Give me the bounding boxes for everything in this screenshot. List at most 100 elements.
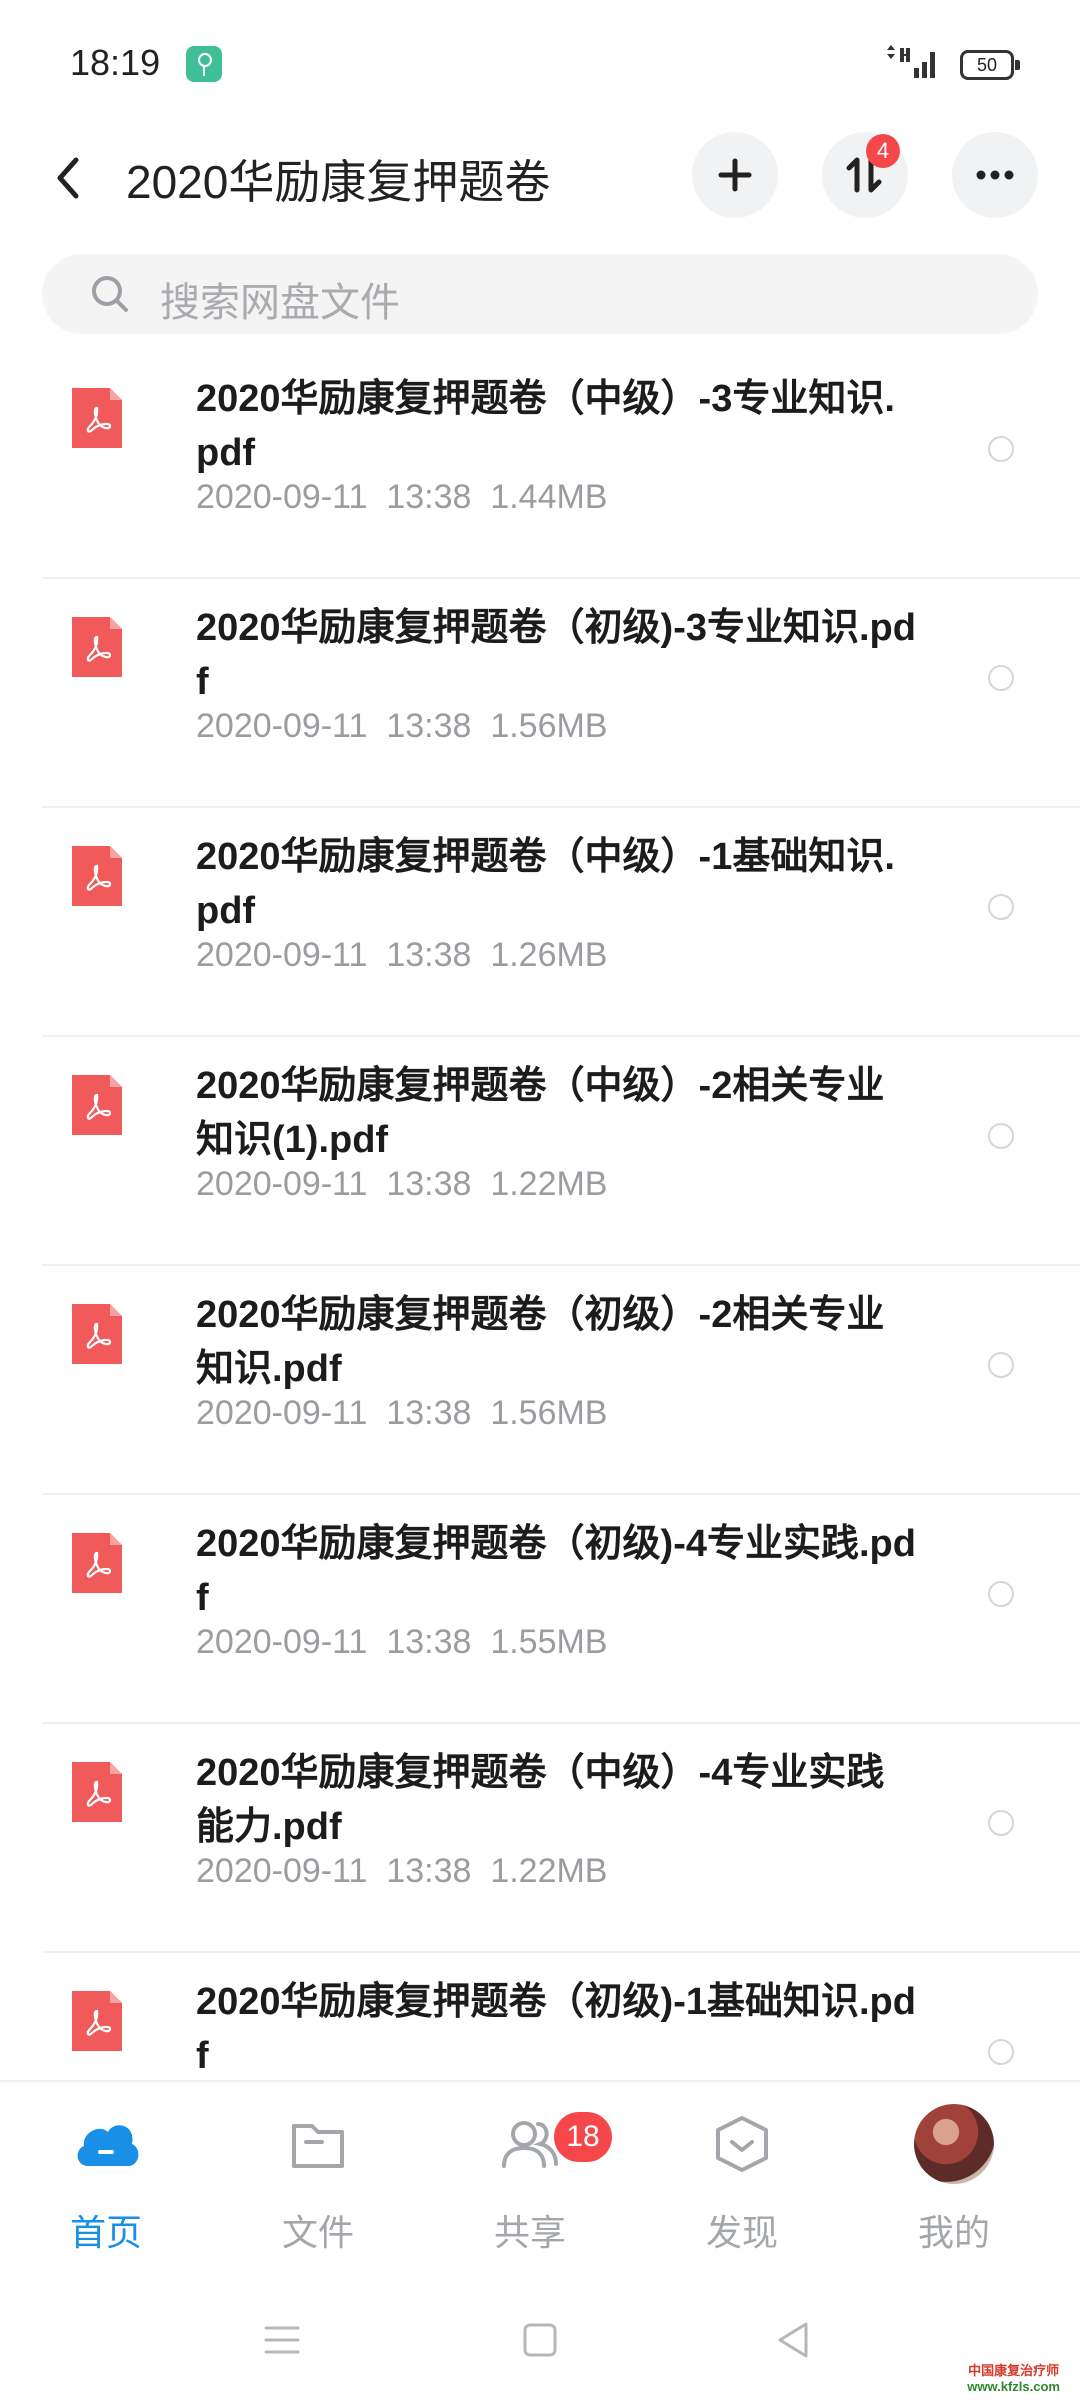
folder-icon xyxy=(292,2124,344,2168)
page-title: 2020华励康复押题卷 xyxy=(126,156,551,208)
transfer-list-button[interactable]: 4 xyxy=(822,132,908,218)
system-nav-bar: 中国康复治疗师 www.kfzls.com xyxy=(0,2280,1080,2400)
file-time: 13:38 xyxy=(386,936,472,974)
file-row[interactable]: 2020华励康复押题卷（中级）-3专业知识.pdf 2020-09-11 13:3… xyxy=(0,350,1080,579)
select-radio[interactable] xyxy=(988,665,1014,691)
file-row[interactable]: 2020华励康复押题卷（初级)-4专业实践.pdf 2020-09-11 13:3… xyxy=(0,1495,1080,1724)
nav-discover[interactable]: 发现 xyxy=(662,2096,822,2256)
file-row[interactable]: 2020华励康复押题卷（初级）-2相关专业知识.pdf 2020-09-11 13… xyxy=(0,1266,1080,1495)
search-bar[interactable]: 搜索网盘文件 xyxy=(42,254,1038,334)
file-name: 2020华励康复押题卷（中级）-2相关专业知识(1).pdf xyxy=(196,1065,885,1161)
file-time: 13:38 xyxy=(386,1623,472,1661)
status-bar: 18:19 50 xyxy=(0,0,1080,120)
more-dots-icon xyxy=(976,170,1014,180)
file-name: 2020华励康复押题卷（中级）-3专业知识.pdf xyxy=(196,378,895,474)
pdf-file-icon xyxy=(72,388,122,448)
file-list: 2020华励康复押题卷（中级）-3专业知识.pdf 2020-09-11 13:3… xyxy=(0,350,1080,2120)
file-time: 13:38 xyxy=(386,478,472,516)
file-size: 1.26MB xyxy=(490,936,608,974)
search-placeholder: 搜索网盘文件 xyxy=(160,281,400,325)
select-radio[interactable] xyxy=(988,1810,1014,1836)
file-row[interactable]: 2020华励康复押题卷（中级）-1基础知识.pdf 2020-09-11 13:3… xyxy=(0,808,1080,1037)
pdf-file-icon xyxy=(72,1533,122,1593)
back-triangle-icon[interactable] xyxy=(770,2316,818,2364)
file-date: 2020-09-11 xyxy=(196,478,368,516)
discover-icon xyxy=(716,2116,768,2172)
file-row[interactable]: 2020华励康复押题卷（中级）-4专业实践能力.pdf 2020-09-11 13… xyxy=(0,1724,1080,1953)
file-meta: 2020-09-11 13:38 1.44MB xyxy=(196,478,608,517)
file-meta: 2020-09-11 13:38 1.56MB xyxy=(196,1394,608,1433)
select-radio[interactable] xyxy=(988,436,1014,462)
file-time: 13:38 xyxy=(386,707,472,745)
file-name: 2020华励康复押题卷（初级)-1基础知识.pdf xyxy=(196,1981,916,2077)
pdf-file-icon xyxy=(72,1075,122,1135)
nav-label: 发现 xyxy=(705,2212,778,2253)
file-date: 2020-09-11 xyxy=(196,936,368,974)
file-date: 2020-09-11 xyxy=(196,707,368,745)
file-name: 2020华励康复押题卷（中级）-4专业实践能力.pdf xyxy=(196,1752,885,1848)
status-time: 18:19 xyxy=(70,42,161,83)
file-meta: 2020-09-11 13:38 1.22MB xyxy=(196,1165,608,1204)
plus-icon xyxy=(718,158,752,192)
select-radio[interactable] xyxy=(988,1352,1014,1378)
nav-label: 首页 xyxy=(69,2212,142,2253)
pdf-file-icon xyxy=(72,846,122,906)
select-radio[interactable] xyxy=(988,1123,1014,1149)
file-date: 2020-09-11 xyxy=(196,1623,368,1661)
battery-indicator: 50 xyxy=(960,50,1020,80)
share-badge: 18 xyxy=(554,2112,612,2162)
menu-icon[interactable] xyxy=(258,2316,306,2364)
file-size: 1.56MB xyxy=(490,1394,608,1432)
file-name: 2020华励康复押题卷（中级）-1基础知识.pdf xyxy=(196,836,895,932)
file-date: 2020-09-11 xyxy=(196,1852,368,1890)
file-size: 1.22MB xyxy=(490,1852,608,1890)
file-time: 13:38 xyxy=(386,1165,472,1203)
header: 2020华励康复押题卷 4 xyxy=(0,120,1080,260)
back-arrow-icon[interactable] xyxy=(42,150,98,206)
file-row[interactable]: 2020华励康复押题卷（初级)-3专业知识.pdf 2020-09-11 13:3… xyxy=(0,579,1080,808)
pdf-file-icon xyxy=(72,1304,122,1364)
signal-icon xyxy=(887,45,935,78)
home-square-icon[interactable] xyxy=(516,2316,564,2364)
file-meta: 2020-09-11 13:38 1.26MB xyxy=(196,936,608,975)
watermark-line1: 中国康复治疗师 xyxy=(968,2363,1060,2378)
file-name: 2020华励康复押题卷（初级)-4专业实践.pdf xyxy=(196,1523,916,1619)
pdf-file-icon xyxy=(72,1762,122,1822)
select-radio[interactable] xyxy=(988,1581,1014,1607)
file-meta: 2020-09-11 13:38 1.55MB xyxy=(196,1623,608,1662)
file-size: 1.44MB xyxy=(490,478,608,516)
file-size: 1.55MB xyxy=(490,1623,608,1661)
file-meta: 2020-09-11 13:38 1.22MB xyxy=(196,1852,608,1891)
nav-label: 文件 xyxy=(281,2212,354,2253)
nav-share[interactable]: 18 共享 xyxy=(450,2096,612,2256)
pdf-file-icon xyxy=(72,1991,122,2051)
file-date: 2020-09-11 xyxy=(196,1394,368,1432)
cloud-home-icon xyxy=(77,2125,139,2166)
transfer-badge: 4 xyxy=(866,134,900,168)
nav-label: 我的 xyxy=(917,2212,990,2253)
nav-home[interactable]: 首页 xyxy=(26,2096,186,2256)
file-time: 13:38 xyxy=(386,1852,472,1890)
nav-files[interactable]: 文件 xyxy=(238,2096,398,2256)
select-radio[interactable] xyxy=(988,894,1014,920)
file-time: 13:38 xyxy=(386,1394,472,1432)
file-name: 2020华励康复押题卷（初级）-2相关专业知识.pdf xyxy=(196,1294,885,1390)
pdf-file-icon xyxy=(72,617,122,677)
file-size: 1.22MB xyxy=(490,1165,608,1203)
bottom-nav: 首页 文件 18 共享 发现 我的 xyxy=(0,2080,1080,2282)
key-icon xyxy=(186,46,222,82)
file-row[interactable]: 2020华励康复押题卷（中级）-2相关专业知识(1).pdf 2020-09-11… xyxy=(0,1037,1080,1266)
more-button[interactable] xyxy=(952,132,1038,218)
watermark: 中国康复治疗师 www.kfzls.com xyxy=(967,2360,1060,2394)
watermark-line2: www.kfzls.com xyxy=(967,2379,1060,2394)
select-radio[interactable] xyxy=(988,2039,1014,2065)
file-size: 1.56MB xyxy=(490,707,608,745)
file-meta: 2020-09-11 13:38 1.56MB xyxy=(196,707,608,746)
file-date: 2020-09-11 xyxy=(196,1165,368,1203)
search-icon xyxy=(92,276,128,312)
file-name: 2020华励康复押题卷（初级)-3专业知识.pdf xyxy=(196,607,916,703)
nav-label: 共享 xyxy=(493,2212,566,2253)
add-button[interactable] xyxy=(692,132,778,218)
avatar xyxy=(914,2104,994,2184)
nav-mine[interactable]: 我的 xyxy=(874,2096,1034,2256)
